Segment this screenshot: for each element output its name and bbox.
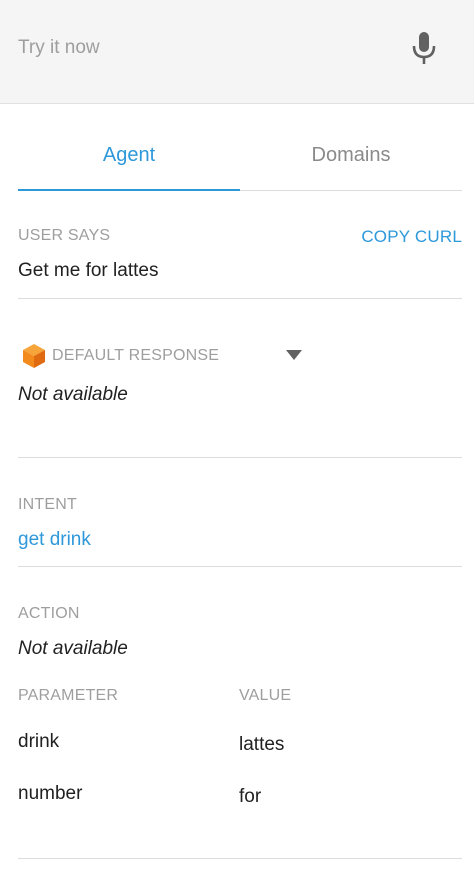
tab-bar: Agent Domains (18, 120, 462, 191)
cube-icon (23, 344, 45, 368)
user-says-label: USER SAYS (18, 227, 111, 244)
try-it-now-input[interactable] (18, 34, 378, 62)
divider (18, 298, 462, 299)
caret-down-icon[interactable] (286, 350, 302, 360)
dialogflow-test-console: Agent Domains USER SAYS COPY CURL Get me… (0, 0, 474, 885)
value-column-header: VALUE (239, 687, 292, 704)
copy-curl-button[interactable]: COPY CURL (361, 227, 462, 247)
try-it-now-bar (0, 0, 474, 104)
divider (18, 457, 462, 458)
divider (18, 566, 462, 567)
parameter-column-header: PARAMETER (18, 687, 119, 704)
parameter-value: lattes (239, 734, 285, 755)
divider (18, 858, 462, 859)
intent-label: INTENT (18, 496, 77, 513)
tab-domains[interactable]: Domains (240, 120, 462, 190)
intent-link[interactable]: get drink (18, 529, 91, 551)
default-response-value: Not available (18, 384, 128, 405)
default-response-label: DEFAULT RESPONSE (52, 347, 220, 364)
active-tab-indicator (18, 189, 240, 191)
parameter-name: drink (18, 731, 60, 752)
tab-agent[interactable]: Agent (18, 120, 240, 190)
parameter-value: for (239, 786, 262, 807)
action-value: Not available (18, 638, 128, 659)
action-label: ACTION (18, 605, 80, 622)
user-says-text: Get me for lattes (18, 260, 159, 281)
microphone-icon[interactable] (408, 30, 440, 66)
parameter-name: number (18, 783, 83, 804)
